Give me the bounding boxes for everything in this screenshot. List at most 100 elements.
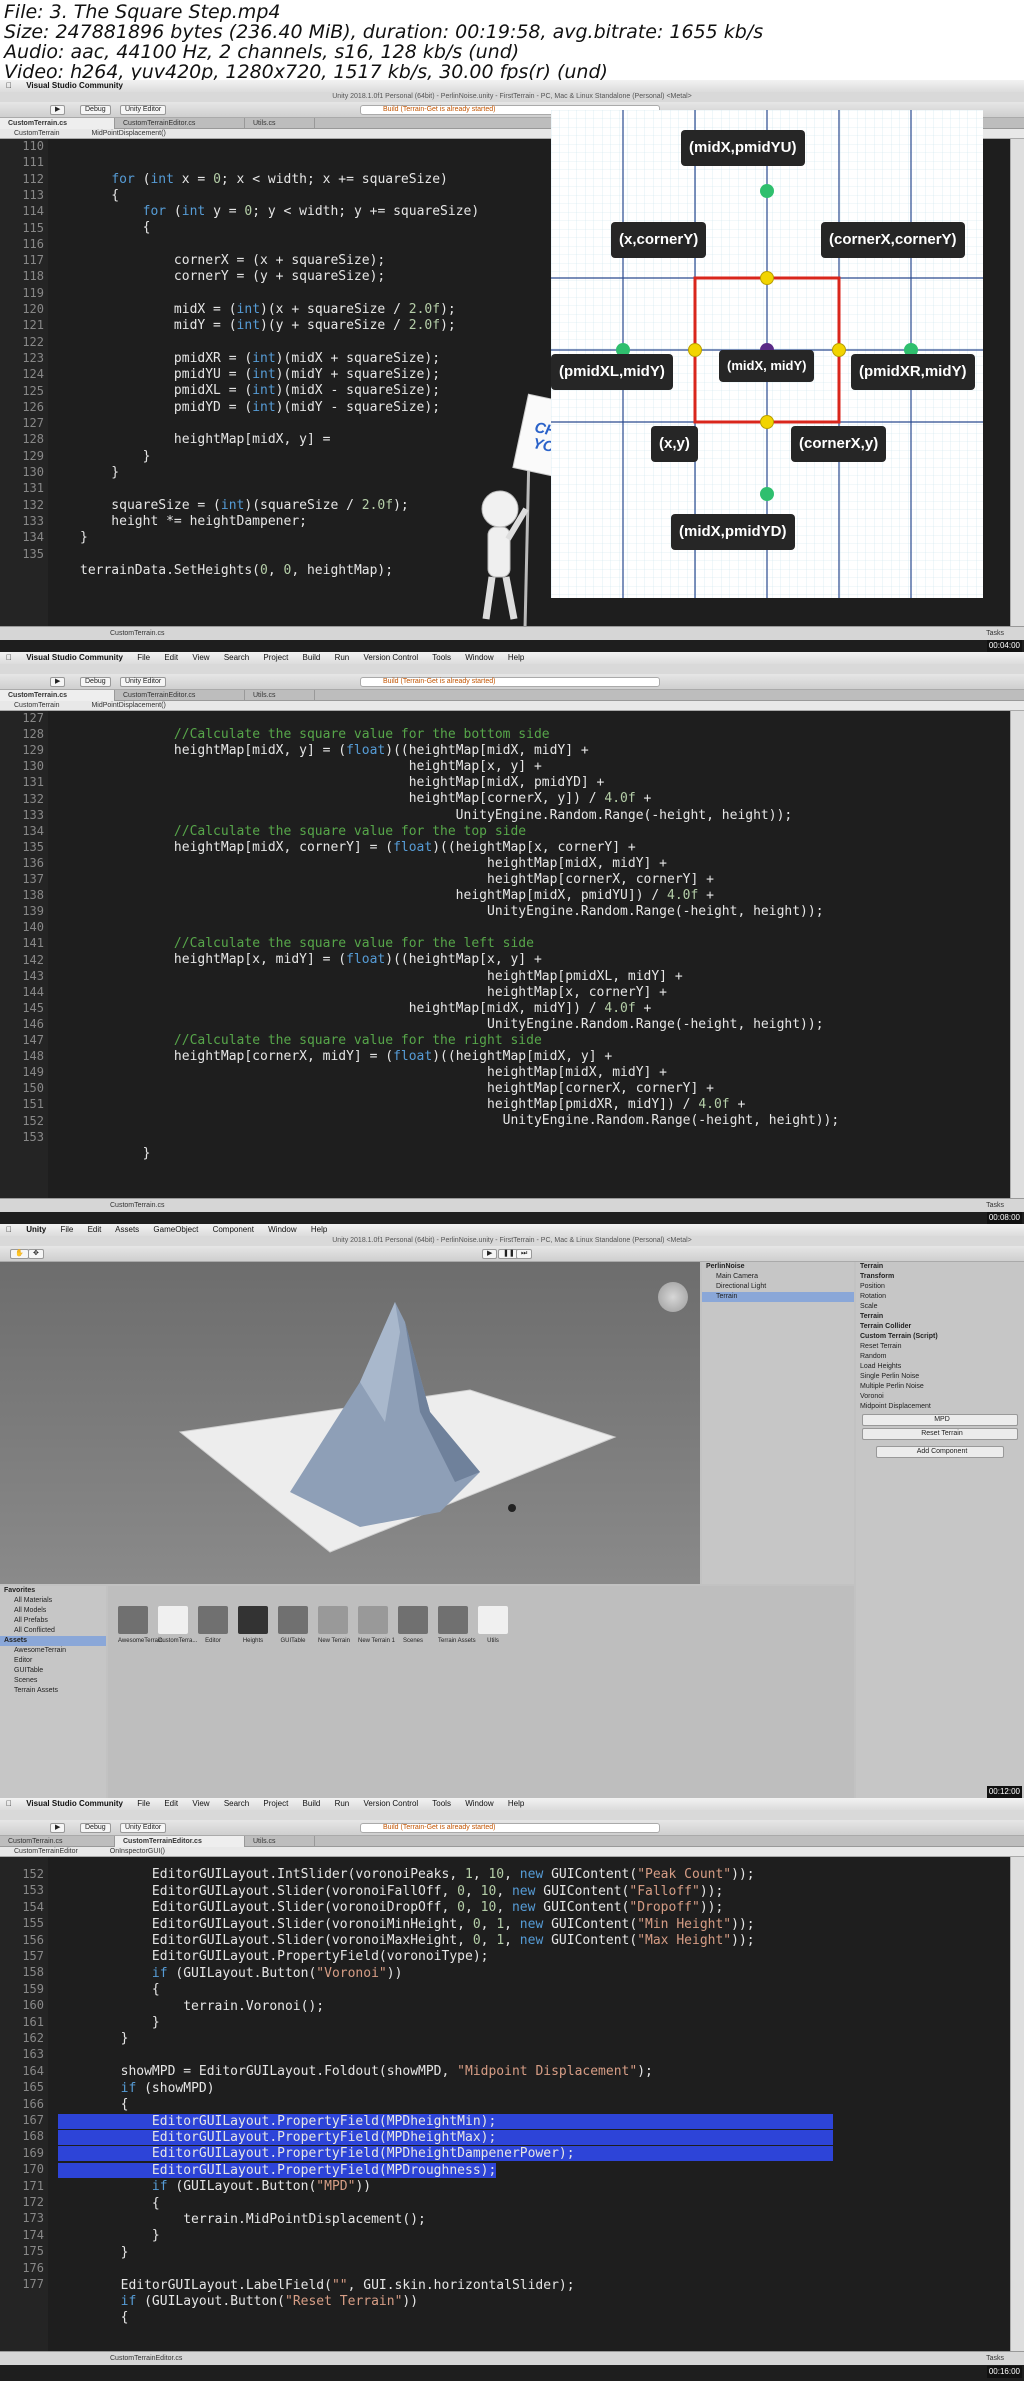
menu-help[interactable]: Help	[508, 653, 524, 662]
menu-search[interactable]: Search	[224, 653, 249, 662]
menu-search[interactable]: Search	[224, 1799, 249, 1808]
inspector-custom-terrain[interactable]: Custom Terrain (Script)	[856, 1332, 1024, 1342]
inspector-random[interactable]: Random	[856, 1352, 1024, 1362]
inspector-object-name[interactable]: Terrain	[856, 1262, 1024, 1272]
fav-header[interactable]: Favorites	[0, 1586, 106, 1596]
menu-tools[interactable]: Tools	[432, 1799, 451, 1808]
tasks-label[interactable]: Tasks	[986, 627, 1004, 641]
app-menu[interactable]: Visual Studio Community	[26, 81, 123, 90]
fav-all-materials[interactable]: All Materials	[0, 1596, 106, 1606]
menu-assets[interactable]: Assets	[115, 1225, 139, 1234]
app-menu[interactable]: Visual Studio Community	[26, 653, 123, 662]
menu-build[interactable]: Build	[303, 653, 321, 662]
tab-utils[interactable]: Utils.cs	[245, 690, 315, 701]
menu-view[interactable]: View	[192, 1799, 209, 1808]
menu-help[interactable]: Help	[311, 1225, 327, 1234]
menu-build[interactable]: Build	[303, 1799, 321, 1808]
asset-item[interactable]: Scenes	[394, 1606, 428, 1646]
config-select[interactable]: Debug	[80, 1823, 111, 1833]
folder-editor[interactable]: Editor	[0, 1656, 106, 1666]
menu-help[interactable]: Help	[508, 1799, 524, 1808]
menu-component[interactable]: Component	[213, 1225, 254, 1234]
bottom-tab[interactable]: CustomTerrain.cs	[110, 630, 164, 637]
menu-version-control[interactable]: Version Control	[364, 1799, 419, 1808]
menu-file[interactable]: File	[137, 1799, 150, 1808]
menu-tools[interactable]: Tools	[432, 653, 451, 662]
inspector-voronoi[interactable]: Voronoi	[856, 1392, 1024, 1402]
mpd-button[interactable]: MPD	[862, 1414, 1018, 1426]
tab-utils[interactable]: Utils.cs	[245, 1836, 315, 1847]
menu-edit[interactable]: Edit	[164, 1799, 178, 1808]
fav-all-models[interactable]: All Models	[0, 1606, 106, 1616]
tasks-label[interactable]: Tasks	[986, 2352, 1004, 2366]
crumb-method[interactable]: OnInspectorGUI()	[110, 1848, 165, 1855]
apple-icon[interactable]: 	[6, 1225, 12, 1234]
asset-item[interactable]: New Terrain	[314, 1606, 350, 1646]
hand-tool[interactable]: ✋	[10, 1249, 29, 1259]
menu-view[interactable]: View	[192, 653, 209, 662]
folder-guitable[interactable]: GUITable	[0, 1666, 106, 1676]
menu-edit[interactable]: Edit	[164, 653, 178, 662]
asset-item[interactable]: Heights	[234, 1606, 268, 1646]
menu-file[interactable]: File	[137, 653, 150, 662]
apple-icon[interactable]: 	[6, 653, 12, 662]
play-button[interactable]: ▶	[482, 1249, 498, 1259]
bottom-tab[interactable]: CustomTerrainEditor.cs	[110, 2355, 182, 2362]
crumb-class[interactable]: CustomTerrain	[14, 702, 60, 709]
run-button[interactable]: ▶	[50, 677, 66, 687]
reset-terrain-button[interactable]: Reset Terrain	[862, 1428, 1018, 1440]
folder-scenes[interactable]: Scenes	[0, 1676, 106, 1686]
tab-custom-terrain-editor[interactable]: CustomTerrainEditor.cs	[115, 690, 245, 701]
fav-all-conflicted[interactable]: All Conflicted	[0, 1626, 106, 1636]
step-button[interactable]: ⏭	[516, 1249, 533, 1259]
inspector-reset-terrain[interactable]: Reset Terrain	[856, 1342, 1024, 1352]
crumb-method[interactable]: MidPointDisplacement()	[91, 702, 165, 709]
inspector-terrain[interactable]: Terrain	[856, 1312, 1024, 1322]
asset-item[interactable]: Utils	[474, 1606, 508, 1646]
side-tool-strip[interactable]	[1010, 711, 1024, 1198]
menu-file[interactable]: File	[60, 1225, 73, 1234]
crumb-method[interactable]: MidPointDisplacement()	[91, 130, 165, 137]
inspector-multiple-perlin[interactable]: Multiple Perlin Noise	[856, 1382, 1024, 1392]
menu-edit[interactable]: Edit	[88, 1225, 102, 1234]
move-tool[interactable]: ✥	[28, 1249, 44, 1259]
menu-gameobject[interactable]: GameObject	[153, 1225, 198, 1234]
code-editor[interactable]: 152 153 154 155 156 157 158 159 160 161 162 163 164 1…	[0, 1857, 1010, 2351]
tab-custom-terrain-editor[interactable]: CustomTerrainEditor.cs	[115, 118, 245, 129]
apple-icon[interactable]: 	[6, 1799, 12, 1808]
menu-window[interactable]: Window	[465, 1799, 493, 1808]
fav-all-prefabs[interactable]: All Prefabs	[0, 1616, 106, 1626]
asset-item[interactable]: CustomTerra...	[154, 1606, 197, 1646]
hierarchy-terrain[interactable]: Terrain	[702, 1292, 854, 1302]
add-component-button[interactable]: Add Component	[876, 1446, 1004, 1458]
asset-item[interactable]: New Terrain 1	[354, 1606, 395, 1646]
menu-project[interactable]: Project	[263, 1799, 288, 1808]
menu-run[interactable]: Run	[335, 653, 350, 662]
side-tool-strip[interactable]	[1010, 139, 1024, 626]
folder-awesome-terrain[interactable]: AwesomeTerrain	[0, 1646, 106, 1656]
tab-custom-terrain[interactable]: CustomTerrain.cs	[0, 1836, 115, 1847]
run-button[interactable]: ▶	[50, 105, 66, 115]
apple-icon[interactable]: 	[6, 81, 12, 90]
hierarchy-directional-light[interactable]: Directional Light	[702, 1282, 854, 1292]
inspector-midpoint[interactable]: Midpoint Displacement	[856, 1402, 1024, 1412]
folder-assets[interactable]: Assets	[0, 1636, 106, 1646]
hierarchy-scene[interactable]: PerlinNoise	[702, 1262, 854, 1272]
side-tool-strip[interactable]	[1010, 1857, 1024, 2351]
scene-gizmo[interactable]	[658, 1282, 688, 1312]
config-select[interactable]: Debug	[80, 677, 111, 687]
menu-window[interactable]: Window	[268, 1225, 296, 1234]
tab-custom-terrain-editor[interactable]: CustomTerrainEditor.cs	[115, 1836, 245, 1847]
crumb-class[interactable]: CustomTerrainEditor	[14, 1848, 78, 1855]
tab-custom-terrain[interactable]: CustomTerrain.cs	[0, 118, 115, 129]
tab-utils[interactable]: Utils.cs	[245, 118, 315, 129]
menu-run[interactable]: Run	[335, 1799, 350, 1808]
target-select[interactable]: Unity Editor	[120, 677, 167, 687]
asset-item[interactable]: Editor	[194, 1606, 228, 1646]
asset-item[interactable]: Terrain Assets	[434, 1606, 476, 1646]
tasks-label[interactable]: Tasks	[986, 1199, 1004, 1213]
run-button[interactable]: ▶	[50, 1823, 66, 1833]
folder-terrain-assets[interactable]: Terrain Assets	[0, 1686, 106, 1696]
inspector-transform[interactable]: Transform	[856, 1272, 1024, 1282]
menu-project[interactable]: Project	[263, 653, 288, 662]
